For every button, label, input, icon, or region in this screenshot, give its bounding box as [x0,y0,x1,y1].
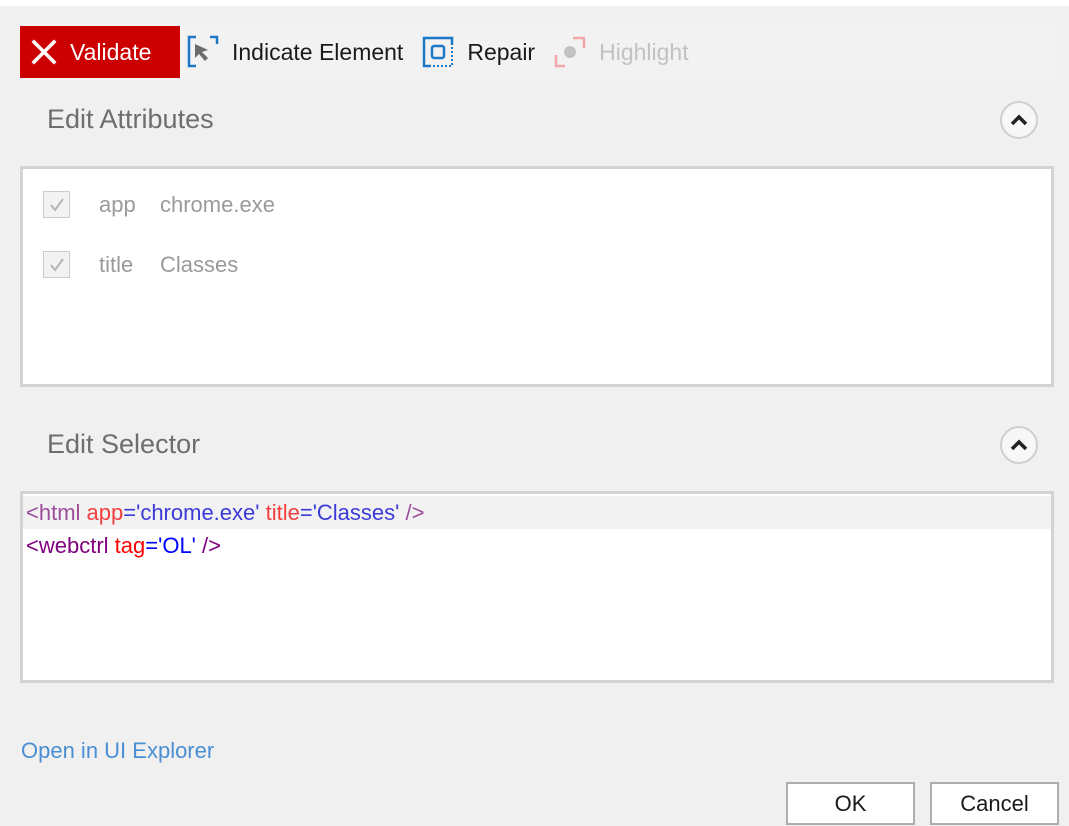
selector-tag: <webctrl [26,532,109,558]
repair-button[interactable]: Repair [421,26,535,78]
highlight-button[interactable]: Highlight [553,26,689,78]
attributes-panel: app chrome.exe title Classes [20,166,1054,387]
attribute-value: Classes [160,251,239,277]
selector-line[interactable]: <html app ='chrome.exe' title = 'Classes' /… [23,496,1051,529]
selector-attr-value: 'chrome.exe' [136,499,260,525]
selector-attr-value: 'Classes' [312,499,400,525]
selector-editor[interactable]: <html app ='chrome.exe' title = 'Classes' /… [20,491,1054,683]
attribute-name: app [99,191,136,217]
selector-line[interactable]: <webctrl tag = 'OL' /> [23,529,1051,562]
chevron-up-icon [1010,439,1028,451]
collapse-attributes-button[interactable] [1000,101,1038,139]
selector-attr-value: 'OL' [158,532,196,558]
attribute-checkbox[interactable] [43,251,70,278]
window-top-edge [0,0,1069,6]
selector-attr-name: app [86,499,124,525]
cancel-button[interactable]: Cancel [930,782,1059,825]
indicate-element-label: Indicate Element [232,38,404,65]
open-in-ui-explorer-link[interactable]: Open in UI Explorer [21,738,214,764]
chevron-up-icon [1010,114,1028,126]
selector-attr-name: tag [114,532,146,558]
attribute-value: chrome.exe [160,191,275,217]
collapse-selector-button[interactable] [1000,426,1038,464]
selector-tag: <html [26,499,81,525]
highlight-label: Highlight [599,38,689,65]
indicate-element-button[interactable]: Indicate Element [186,26,403,78]
highlight-icon [553,35,587,69]
checkmark-icon [49,257,64,272]
repair-icon [421,35,455,69]
validate-label: Validate [70,38,152,65]
attribute-name: title [99,251,134,277]
ok-button[interactable]: OK [786,782,915,825]
edit-selector-title: Edit Selector [47,429,201,459]
selector-tag-close: /> [195,532,221,558]
attribute-row: title Classes [43,251,238,278]
repair-label: Repair [467,38,536,65]
validate-button[interactable]: Validate [20,26,180,78]
checkmark-icon [49,197,64,212]
pointer-target-icon [186,35,220,69]
selector-attr-name: title [265,499,300,525]
attribute-row: app chrome.exe [43,191,275,218]
edit-attributes-title: Edit Attributes [47,104,214,134]
toolbar: Validate Indicate Element Repair Highlig… [20,22,1058,82]
attribute-checkbox[interactable] [43,191,70,218]
selector-tag-close: /> [399,499,425,525]
close-x-icon [30,38,58,66]
